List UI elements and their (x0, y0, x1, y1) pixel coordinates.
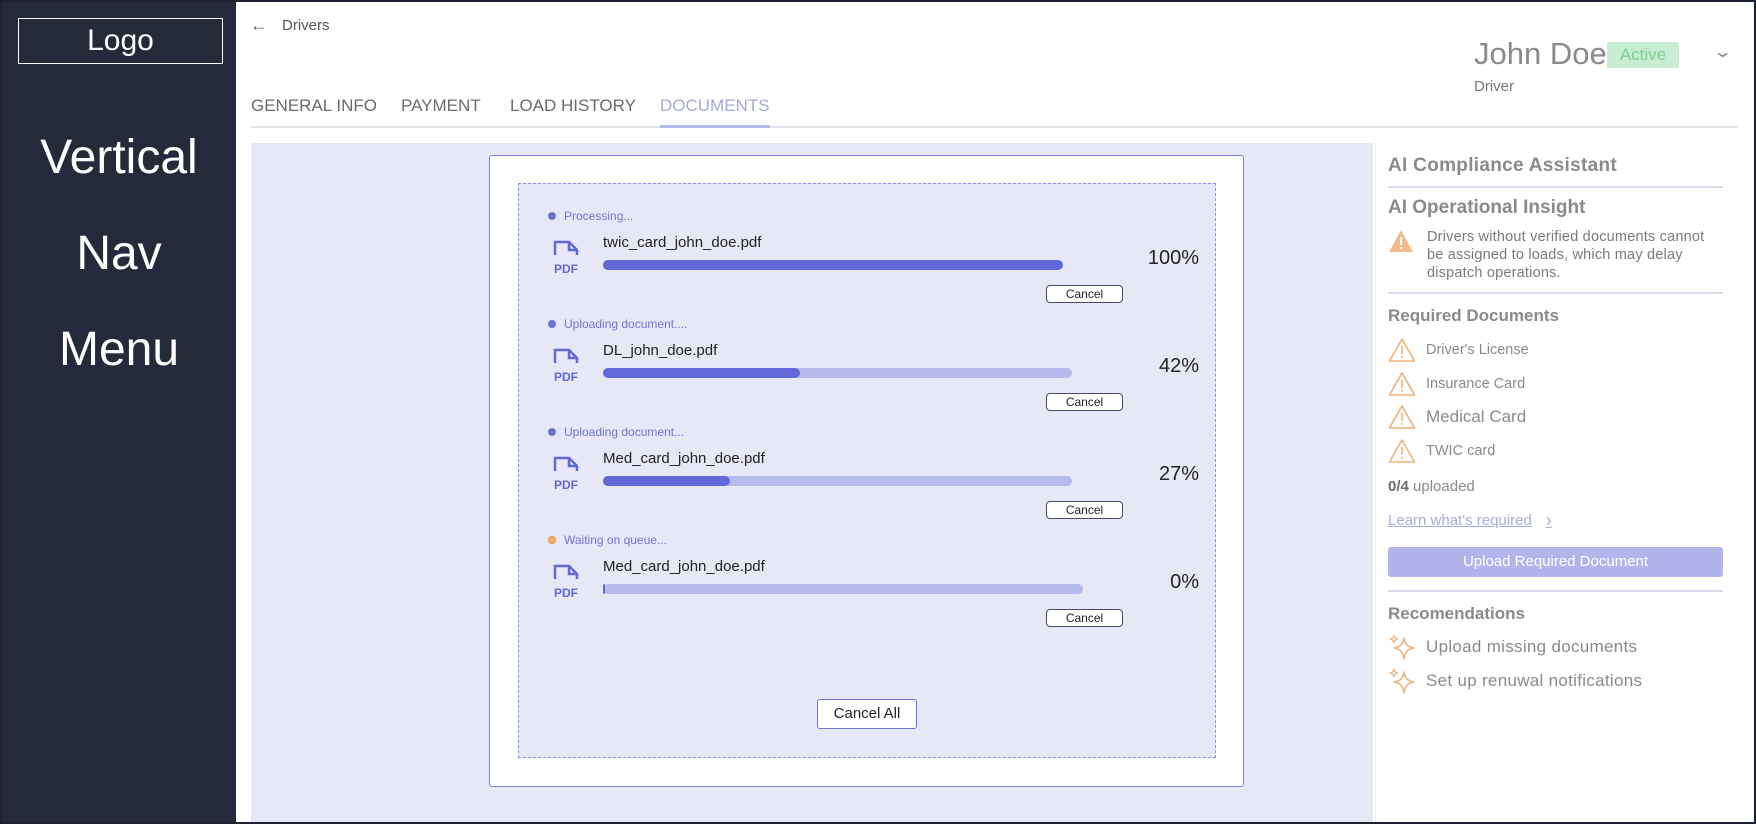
progress-bar (603, 260, 1063, 270)
tab-payment[interactable]: PAYMENT (401, 96, 481, 116)
recommendation-item[interactable]: Set up renuwal notifications (1388, 667, 1642, 695)
svg-text:PDF: PDF (554, 478, 578, 491)
breadcrumb: ← Drivers (250, 16, 330, 34)
ai-assistant-panel: AI Compliance Assistant AI Operational I… (1375, 143, 1737, 822)
upload-required-document-button[interactable]: Upload Required Document (1388, 547, 1723, 577)
profile-name: John Doe (1474, 36, 1607, 71)
progress-percent: 42% (1158, 355, 1199, 377)
progress-percent: 27% (1158, 463, 1199, 485)
required-doc-item: Insurance Card (1388, 371, 1525, 397)
upload-card: Processing... PDF twic_card_john_doe.pdf… (489, 155, 1244, 787)
required-doc-item: Medical Card (1388, 404, 1526, 430)
svg-text:PDF: PDF (554, 262, 578, 275)
status-badge: Active (1607, 42, 1679, 68)
status-dot-icon (548, 428, 556, 436)
file-name: DL_john_doe.pdf (603, 342, 718, 359)
progress-fill (603, 368, 800, 378)
svg-text:PDF: PDF (554, 370, 578, 383)
upload-dropzone[interactable]: Processing... PDF twic_card_john_doe.pdf… (518, 183, 1216, 758)
breadcrumb-drivers[interactable]: Drivers (282, 17, 330, 34)
queue-dot-icon (548, 536, 556, 544)
panel-title: AI Compliance Assistant (1388, 155, 1617, 176)
profile-role: Driver (1474, 78, 1514, 95)
warning-triangle-icon (1388, 372, 1416, 396)
recommendation-item[interactable]: Upload missing documents (1388, 633, 1637, 661)
tab-general-info[interactable]: GENERAL INFO (251, 96, 377, 116)
status-dot-icon (548, 320, 556, 328)
sparkle-icon (1389, 634, 1415, 660)
insight-title: AI Operational Insight (1388, 197, 1586, 218)
chevron-right-icon: › (1545, 510, 1552, 530)
progress-fill (603, 584, 605, 594)
status-dot-icon (548, 212, 556, 220)
recommendations-title: Recomendations (1388, 604, 1525, 623)
divider (1388, 186, 1723, 188)
progress-percent: 100% (1147, 247, 1199, 269)
required-documents-title: Required Documents (1388, 306, 1559, 325)
vertical-nav-sidebar: Logo Vertical Nav Menu (2, 2, 236, 822)
chevron-down-icon[interactable]: ⌄ (1713, 42, 1733, 62)
upload-status: Waiting on queue... (548, 533, 667, 547)
main-content: Processing... PDF twic_card_john_doe.pdf… (251, 143, 1373, 822)
insight-text: Drivers without verified documents canno… (1427, 229, 1705, 281)
cancel-upload-button[interactable]: Cancel (1046, 609, 1123, 627)
progress-fill (603, 476, 730, 486)
upload-item: Uploading document... PDF Med_card_john_… (519, 400, 1217, 519)
warning-triangle-icon (1388, 338, 1416, 362)
progress-bar (603, 368, 1072, 378)
required-doc-item: Driver's License (1388, 337, 1529, 363)
upload-item: Processing... PDF twic_card_john_doe.pdf… (519, 184, 1217, 303)
required-doc-item: TWIC card (1388, 438, 1495, 464)
upload-item: Uploading document.... PDF DL_john_doe.p… (519, 292, 1217, 411)
pdf-file-icon: PDF (553, 240, 579, 275)
file-name: Med_card_john_doe.pdf (603, 558, 765, 575)
warning-triangle-icon (1388, 439, 1416, 463)
pdf-file-icon: PDF (553, 564, 579, 599)
learn-requirements-link[interactable]: Learn what's required › (1388, 510, 1552, 531)
tab-load-history[interactable]: LOAD HISTORY (510, 96, 636, 116)
progress-bar (603, 584, 1083, 594)
nav-label-nav: Nav (76, 227, 162, 280)
sparkle-icon (1389, 668, 1415, 694)
divider (1388, 292, 1723, 294)
file-name: Med_card_john_doe.pdf (603, 450, 765, 467)
pdf-file-icon: PDF (553, 456, 579, 491)
svg-text:PDF: PDF (554, 586, 578, 599)
cancel-all-button[interactable]: Cancel All (817, 699, 917, 729)
arrow-left-icon[interactable]: ← (250, 16, 268, 34)
tab-documents[interactable]: DOCUMENTS (660, 96, 770, 128)
divider (1388, 590, 1723, 592)
upload-status: Processing... (548, 209, 633, 223)
file-name: twic_card_john_doe.pdf (603, 234, 762, 251)
progress-bar (603, 476, 1072, 486)
tab-bar: GENERAL INFO PAYMENT LOAD HISTORY DOCUME… (251, 94, 1738, 128)
upload-status: Uploading document.... (548, 317, 687, 331)
nav-label-vertical: Vertical (40, 131, 198, 184)
pdf-file-icon: PDF (553, 348, 579, 383)
nav-label-menu: Menu (58, 323, 180, 376)
logo[interactable]: Logo (18, 18, 223, 64)
upload-item: Waiting on queue... PDF Med_card_john_do… (519, 508, 1217, 627)
progress-fill (603, 260, 1063, 270)
progress-percent: 0% (1170, 571, 1199, 593)
upload-status: Uploading document... (548, 425, 684, 439)
uploaded-count: 0/4 uploaded (1388, 478, 1475, 495)
warning-triangle-icon (1389, 230, 1413, 252)
warning-triangle-icon (1388, 405, 1416, 429)
